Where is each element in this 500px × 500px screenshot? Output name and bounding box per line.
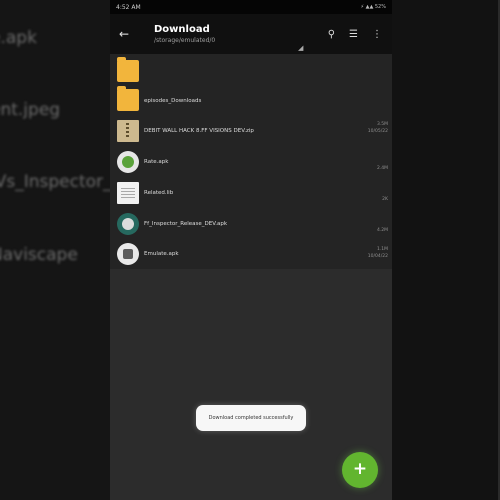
- add-icon: +: [352, 459, 368, 479]
- status-bar: 4:52 AM ⚡ ▲▲ 52%: [110, 0, 392, 14]
- app-bar-titles: Download /storage/emulated/0: [138, 24, 328, 44]
- app-bar-actions: ⚲ ☰ ⋮: [328, 29, 392, 40]
- list-item[interactable]: Rate.apk 2.4M: [110, 147, 392, 178]
- phone-screen: 4:52 AM ⚡ ▲▲ 52% ← Download /storage/emu…: [110, 0, 392, 500]
- file-name: Ff_Inspector_Release_DEV.apk: [144, 221, 228, 227]
- list-item[interactable]: Ff_Inspector_Release_DEV.apk 4.2M: [110, 209, 392, 240]
- background-text: Naviscape: [0, 245, 78, 265]
- folder-icon: [117, 86, 139, 111]
- file-meta: 4.2M: [377, 227, 388, 234]
- file-name: Related.lib: [144, 190, 174, 196]
- list-item[interactable]: DEBIT WALL HACK 8.FF VISIONS DEV.zip 3.5…: [110, 116, 392, 147]
- file-list: episodes_Downloads DEBIT WALL HACK 8.FF …: [110, 54, 392, 269]
- app-bar: ← Download /storage/emulated/0 ◢ ⚲ ☰ ⋮: [110, 14, 392, 54]
- background-text: iVs_Inspector_X: [0, 172, 110, 192]
- list-item[interactable]: [110, 54, 392, 85]
- background-left-panel: e.apk ent.jpeg iVs_Inspector_X Naviscape: [0, 0, 110, 500]
- search-icon[interactable]: ⚲: [328, 29, 335, 40]
- status-time: 4:52 AM: [116, 3, 141, 11]
- status-indicators: ⚡ ▲▲ 52%: [360, 4, 387, 10]
- file-meta: 2K: [382, 196, 388, 203]
- file-date: 10/05/22: [367, 129, 388, 134]
- toast-message: Download completed successfully: [196, 405, 306, 431]
- android-apk-icon: [117, 151, 139, 173]
- file-meta: 1.1M 10/04/22: [368, 246, 388, 260]
- file-name: episodes_Downloads: [144, 98, 202, 104]
- file-meta: 2.4M: [377, 165, 388, 172]
- file-date: 10/04/22: [367, 254, 388, 259]
- more-icon[interactable]: ⋮: [372, 29, 382, 40]
- file-name: Emulate.apk: [144, 251, 179, 257]
- app-icon: [117, 243, 139, 265]
- file-meta: 3.5M 10/05/22: [368, 121, 388, 135]
- file-name: Rate.apk: [144, 159, 169, 165]
- list-item[interactable]: episodes_Downloads: [110, 85, 392, 116]
- file-name: DEBIT WALL HACK 8.FF VISIONS DEV.zip: [144, 128, 254, 134]
- add-button[interactable]: +: [342, 452, 378, 488]
- file-size: 3.5M: [376, 122, 388, 127]
- background-text: ent.jpeg: [0, 100, 61, 120]
- background-text: e.apk: [0, 28, 37, 48]
- folder-icon: [117, 57, 139, 82]
- list-item[interactable]: Emulate.apk 1.1M 10/04/22: [110, 240, 392, 271]
- file-size: 4.2M: [376, 228, 388, 233]
- list-item[interactable]: Related.lib 2K: [110, 178, 392, 209]
- document-icon: [117, 182, 139, 204]
- zip-file-icon: [117, 120, 139, 142]
- file-size: 2.4M: [376, 166, 388, 171]
- app-icon: [117, 213, 139, 235]
- file-size: 1.1M: [376, 247, 388, 252]
- file-size: 2K: [382, 197, 388, 202]
- background-right-panel: [392, 0, 500, 500]
- list-view-icon[interactable]: ☰: [349, 29, 358, 40]
- path-breadcrumb[interactable]: /storage/emulated/0: [154, 37, 328, 44]
- sort-indicator-icon[interactable]: ◢: [298, 44, 303, 52]
- page-title: Download: [154, 24, 210, 35]
- back-arrow-icon[interactable]: ←: [110, 27, 138, 41]
